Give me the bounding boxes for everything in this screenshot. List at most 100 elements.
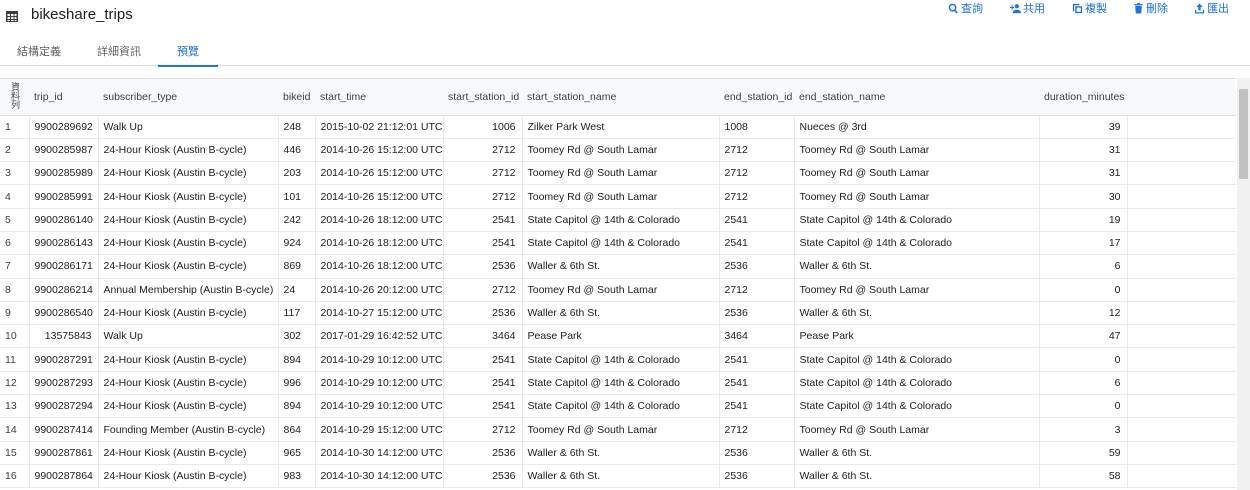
start-station-name-cell: Toomey Rd @ South Lamar bbox=[522, 184, 720, 209]
row-number-cell: 3 bbox=[0, 161, 30, 186]
trip-id-cell: 9900286540 bbox=[29, 301, 99, 326]
copy-label: 複製 bbox=[1085, 3, 1107, 15]
row-number-cell: 6 bbox=[0, 231, 30, 256]
trip-id-cell: 9900287293 bbox=[29, 371, 99, 396]
bikeid-cell: 117 bbox=[278, 301, 316, 326]
start-station-name-cell: Waller & 6th St. bbox=[522, 254, 720, 279]
duration-minutes-cell: 30 bbox=[1039, 184, 1128, 209]
start-station-name-cell: Pease Park bbox=[522, 324, 720, 349]
start-time-cell: 2014-10-26 18:12:00 UTC bbox=[315, 208, 444, 232]
column-header-end-station-name[interactable]: end_station_name bbox=[794, 79, 1039, 116]
end-station-id-cell: 2712 bbox=[719, 138, 795, 163]
delete-button[interactable]: 刪除 bbox=[1133, 0, 1168, 16]
end-station-name-cell: State Capitol @ 14th & Colorado bbox=[794, 208, 1040, 232]
start-station-id-cell: 1006 bbox=[443, 115, 523, 139]
end-station-name-cell: Toomey Rd @ South Lamar bbox=[794, 278, 1040, 302]
scrollbar-thumb[interactable] bbox=[1239, 89, 1248, 179]
column-header-duration-minutes[interactable]: duration_minutes bbox=[1039, 79, 1127, 116]
column-header-start-station-id[interactable]: start_station_id bbox=[443, 79, 522, 116]
trip-id-cell: 9900285991 bbox=[29, 184, 99, 209]
row-number-cell: 2 bbox=[0, 138, 30, 163]
row-number-header: 資料列 bbox=[0, 79, 29, 116]
vertical-scrollbar[interactable] bbox=[1237, 78, 1250, 490]
subscriber-type-cell: 24-Hour Kiosk (Austin B-cycle) bbox=[98, 464, 279, 489]
trip-id-cell: 9900287864 bbox=[29, 464, 99, 489]
duration-minutes-cell: 12 bbox=[1039, 301, 1128, 326]
filler-cell bbox=[1127, 324, 1236, 349]
table-row[interactable]: 5 9900286140 24-Hour Kiosk (Austin B-cycle… bbox=[0, 208, 1236, 232]
export-button[interactable]: 匯出 bbox=[1194, 0, 1229, 16]
tab-bar: 結構定義 詳細資訊 預覽 bbox=[0, 36, 1250, 67]
start-time-cell: 2014-10-26 20:12:00 UTC bbox=[315, 278, 444, 302]
start-station-id-cell: 2541 bbox=[443, 347, 523, 372]
tab-preview[interactable]: 預覽 bbox=[158, 36, 218, 67]
bikeid-cell: 894 bbox=[278, 347, 316, 372]
share-label: 共用 bbox=[1023, 3, 1045, 15]
delete-label: 刪除 bbox=[1146, 3, 1168, 15]
page-title: bikeshare_trips bbox=[31, 6, 133, 23]
tab-schema[interactable]: 結構定義 bbox=[8, 36, 70, 66]
duration-minutes-cell: 19 bbox=[1039, 208, 1128, 232]
table-row[interactable]: 6 9900286143 24-Hour Kiosk (Austin B-cycle… bbox=[0, 231, 1236, 256]
row-number-cell: 12 bbox=[0, 371, 30, 396]
table-row[interactable]: 11 9900287291 24-Hour Kiosk (Austin B-cycl… bbox=[0, 347, 1236, 372]
filler-cell bbox=[1127, 115, 1236, 139]
start-station-name-cell: Zilker Park West bbox=[522, 115, 720, 139]
table-row[interactable]: 3 9900285989 24-Hour Kiosk (Austin B-cycle… bbox=[0, 161, 1236, 186]
bikeid-cell: 248 bbox=[278, 115, 316, 139]
table-row[interactable]: 7 9900286171 24-Hour Kiosk (Austin B-cycle… bbox=[0, 254, 1236, 279]
bikeid-cell: 924 bbox=[278, 231, 316, 256]
trip-id-cell: 9900287414 bbox=[29, 417, 99, 442]
column-header-subscriber-type[interactable]: subscriber_type bbox=[98, 79, 278, 116]
table-row[interactable]: 8 9900286214 Annual Membership (Austin B-c… bbox=[0, 278, 1236, 302]
duration-minutes-cell: 39 bbox=[1039, 115, 1128, 139]
start-station-name-cell: Waller & 6th St. bbox=[522, 301, 720, 326]
table-row[interactable]: 14 9900287414 Founding Member (Austin B-cy… bbox=[0, 417, 1236, 442]
table-row[interactable]: 9 9900286540 24-Hour Kiosk (Austin B-cycle… bbox=[0, 301, 1236, 326]
query-button[interactable]: 查詢 bbox=[948, 0, 983, 16]
column-header-start-time[interactable]: start_time bbox=[315, 79, 443, 116]
add-person-icon bbox=[1010, 3, 1021, 13]
table-row[interactable]: 1 9900289692 Walk Up 248 2015-10-02 21:12:01… bbox=[0, 115, 1236, 139]
end-station-id-cell: 2536 bbox=[719, 301, 795, 326]
trip-id-cell: 13575843 bbox=[29, 324, 99, 349]
duration-minutes-cell: 31 bbox=[1039, 161, 1128, 186]
trip-id-cell: 9900285987 bbox=[29, 138, 99, 163]
table-row[interactable]: 15 9900287861 24-Hour Kiosk (Austin B-cycl… bbox=[0, 441, 1236, 465]
share-button[interactable]: 共用 bbox=[1010, 0, 1045, 16]
end-station-id-cell: 2541 bbox=[719, 208, 795, 232]
copy-button[interactable]: 複製 bbox=[1072, 0, 1107, 16]
start-station-name-cell: State Capitol @ 14th & Colorado bbox=[522, 208, 720, 232]
table-row[interactable]: 4 9900285991 24-Hour Kiosk (Austin B-cycle… bbox=[0, 184, 1236, 209]
data-table: 資料列 trip_id subscriber_type bikeid start… bbox=[0, 79, 1236, 489]
tab-details[interactable]: 詳細資訊 bbox=[88, 36, 150, 66]
filler-cell bbox=[1127, 417, 1236, 442]
table-row[interactable]: 10 13575843 Walk Up 302 2017-01-29 16:42:52 … bbox=[0, 324, 1236, 349]
start-station-id-cell: 2712 bbox=[443, 278, 523, 302]
end-station-name-cell: Toomey Rd @ South Lamar bbox=[794, 138, 1040, 163]
column-header-start-station-name[interactable]: start_station_name bbox=[522, 79, 719, 116]
start-station-name-cell: State Capitol @ 14th & Colorado bbox=[522, 394, 720, 419]
row-number-cell: 14 bbox=[0, 417, 30, 442]
column-header-bikeid[interactable]: bikeid bbox=[278, 79, 315, 116]
start-station-name-cell: Toomey Rd @ South Lamar bbox=[522, 417, 720, 442]
column-header-end-station-id[interactable]: end_station_id bbox=[719, 79, 794, 116]
row-number-cell: 1 bbox=[0, 115, 30, 139]
row-number-cell: 5 bbox=[0, 208, 30, 232]
table-row[interactable]: 13 9900287294 24-Hour Kiosk (Austin B-cycl… bbox=[0, 394, 1236, 419]
start-time-cell: 2014-10-29 10:12:00 UTC bbox=[315, 347, 444, 372]
start-time-cell: 2014-10-29 15:12:00 UTC bbox=[315, 417, 444, 442]
table-row[interactable]: 2 9900285987 24-Hour Kiosk (Austin B-cycle… bbox=[0, 138, 1236, 163]
filler-cell bbox=[1127, 394, 1236, 419]
bikeid-cell: 869 bbox=[278, 254, 316, 279]
column-header-trip-id[interactable]: trip_id bbox=[29, 79, 98, 116]
duration-minutes-cell: 0 bbox=[1039, 347, 1128, 372]
filler-cell bbox=[1127, 138, 1236, 163]
filler-cell bbox=[1127, 254, 1236, 279]
table-row[interactable]: 12 9900287293 24-Hour Kiosk (Austin B-cycl… bbox=[0, 371, 1236, 396]
table-row[interactable]: 16 9900287864 24-Hour Kiosk (Austin B-cycl… bbox=[0, 464, 1236, 489]
start-time-cell: 2014-10-29 10:12:00 UTC bbox=[315, 371, 444, 396]
end-station-id-cell: 2541 bbox=[719, 394, 795, 419]
column-header-filler bbox=[1127, 79, 1236, 116]
bikeid-cell: 203 bbox=[278, 161, 316, 186]
